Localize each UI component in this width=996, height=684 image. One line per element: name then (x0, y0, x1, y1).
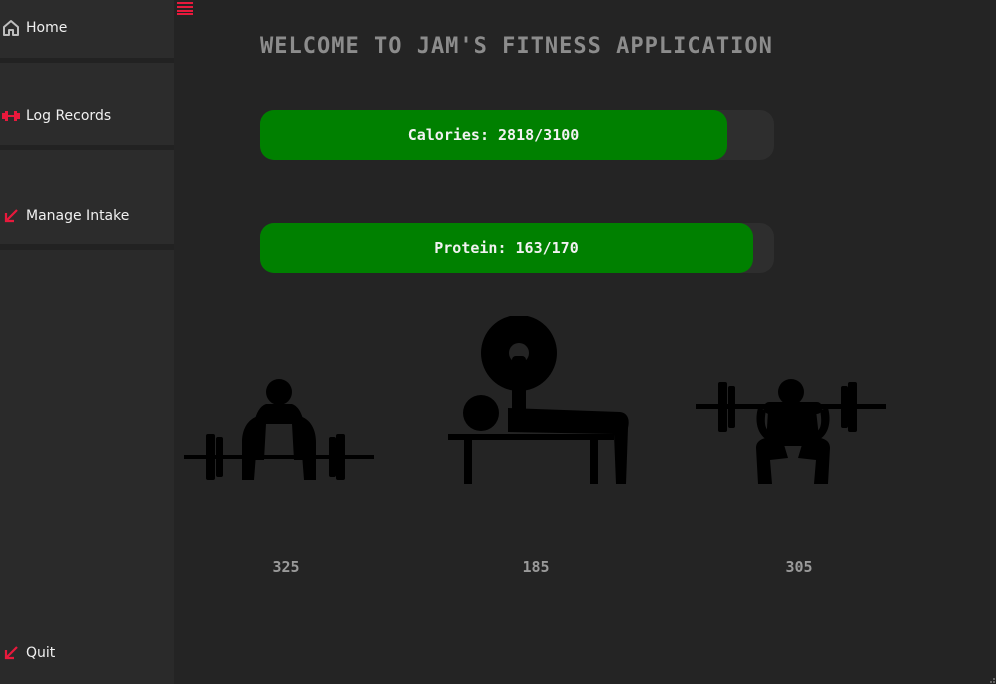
deadlift-value: 325 (272, 558, 300, 576)
squat-icon (696, 379, 886, 484)
home-icon (2, 19, 20, 37)
page-title: WELCOME TO JAM'S FITNESS APPLICATION (260, 34, 773, 59)
dumbbell-icon (2, 107, 20, 125)
quit-label: Quit (26, 645, 56, 661)
sidebar-item-home[interactable]: Home (0, 13, 174, 43)
hamburger-icon (177, 2, 193, 15)
protein-progress-bar: Protein: 163/170 (260, 223, 774, 273)
resize-grip-icon[interactable] (986, 674, 996, 684)
calories-progress-bar: Calories: 2818/3100 (260, 110, 774, 160)
bench-press-icon (448, 316, 629, 484)
squat-value: 305 (785, 558, 813, 576)
protein-progress-label: Protein: 163/170 (434, 239, 579, 257)
sidebar-item-manage-intake[interactable]: Manage Intake (0, 201, 174, 231)
sidebar-item-label: Home (26, 20, 68, 36)
sidebar-divider (0, 244, 174, 250)
sidebar-item-label: Manage Intake (26, 208, 130, 224)
calories-progress-label: Calories: 2818/3100 (407, 126, 580, 144)
sidebar-item-log-records[interactable]: Log Records (0, 101, 174, 131)
menu-toggle-button[interactable] (176, 1, 194, 15)
arrow-down-left-icon (2, 644, 20, 662)
bench-press-value: 185 (522, 558, 550, 576)
sidebar-item-label: Log Records (26, 108, 112, 124)
sidebar: Home Log Records Manage Intake Quit (0, 0, 174, 684)
quit-button[interactable]: Quit (0, 638, 174, 668)
arrow-down-left-icon (2, 207, 20, 225)
deadlift-icon (184, 379, 374, 480)
